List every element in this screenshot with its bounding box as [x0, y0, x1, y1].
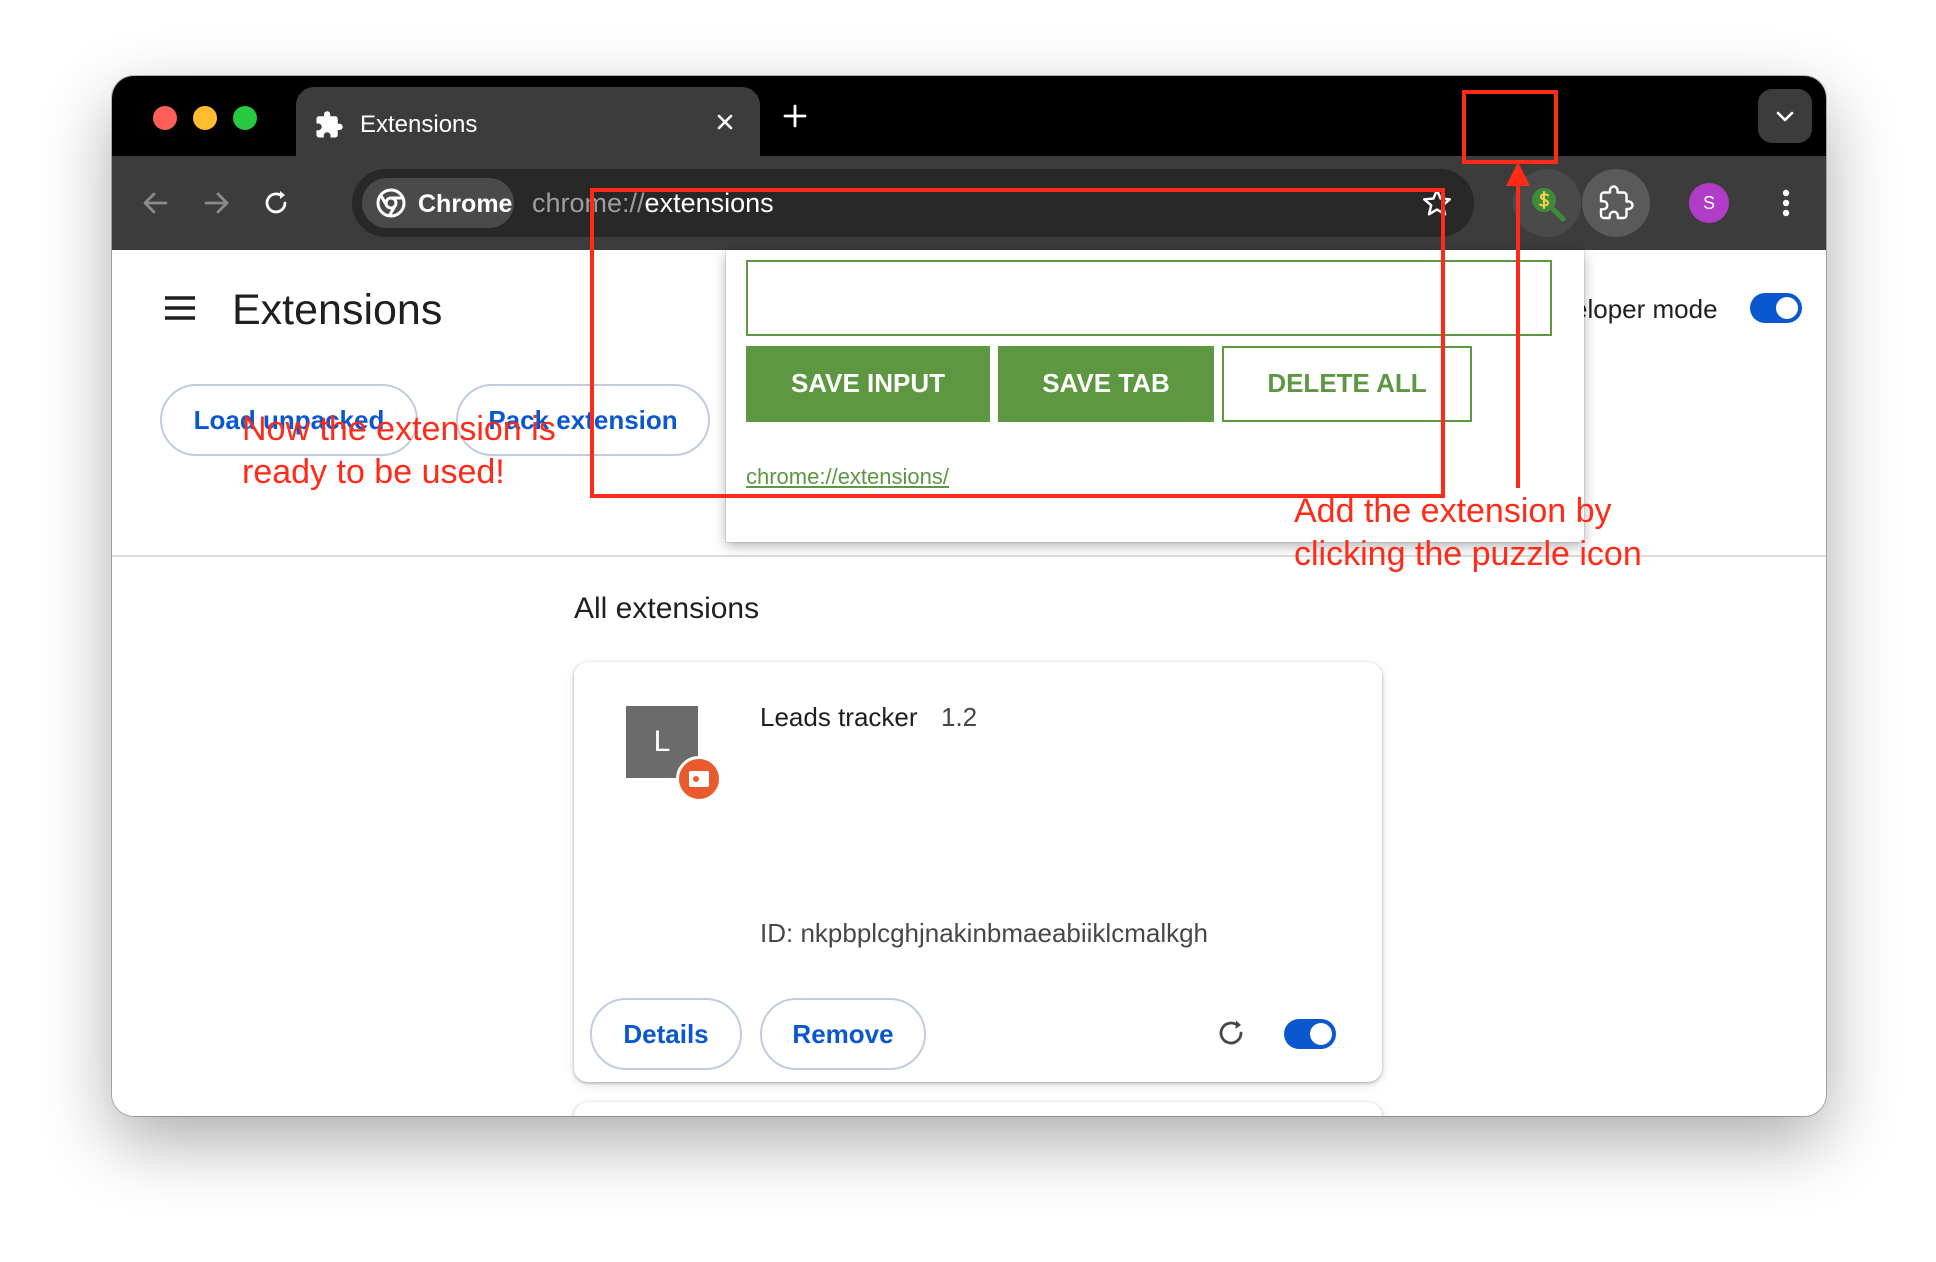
unpacked-badge-icon	[676, 756, 722, 802]
new-tab-icon[interactable]	[778, 99, 812, 133]
developer-badge-icon	[689, 771, 709, 787]
annotation-ready-line1: Now the extension is	[242, 410, 556, 448]
annotation-ready-line2: ready to be used!	[242, 453, 505, 491]
reload-extension-icon[interactable]	[1212, 1014, 1250, 1052]
page-title: Extensions	[232, 286, 443, 334]
puzzle-icon	[316, 111, 343, 138]
extension-card: L Leads tracker 1.2 ID: nkpbplcghjnakinb…	[574, 662, 1382, 1082]
developer-mode-toggle[interactable]	[1750, 293, 1802, 323]
extension-enabled-toggle[interactable]	[1284, 1019, 1336, 1049]
extension-version: 1.2	[941, 702, 978, 732]
dollar-search-icon	[1532, 188, 1566, 222]
puzzle-highlight-box	[1462, 90, 1558, 164]
chrome-logo-icon	[376, 188, 406, 218]
chip-label: Chrome	[418, 190, 513, 218]
annotation-arrow-icon	[1506, 162, 1530, 488]
toggle-knob	[1310, 1023, 1332, 1045]
popup-highlight-box	[590, 188, 1445, 498]
extension-name: Leads tracker	[760, 702, 918, 732]
zoom-window-button[interactable]	[233, 106, 257, 130]
site-info-chip[interactable]: Chrome	[362, 178, 514, 228]
annotation-puzzle-line2: clicking the puzzle icon	[1294, 535, 1642, 573]
forward-icon[interactable]	[194, 181, 238, 225]
tab-extensions[interactable]: Extensions	[296, 87, 760, 156]
annotation-ready: Now the extension is ready to be used!	[242, 408, 602, 494]
annotation-puzzle: Add the extension by clicking the puzzle…	[1294, 490, 1734, 576]
reload-icon[interactable]	[254, 181, 298, 225]
extension-card-partial	[574, 1102, 1382, 1116]
hamburger-menu-icon[interactable]	[162, 290, 198, 326]
extension-id: ID: nkpbplcghjnakinbmaeabiiklcmalkgh	[760, 918, 1209, 948]
close-window-button[interactable]	[153, 106, 177, 130]
profile-avatar[interactable]: S	[1689, 183, 1729, 223]
section-title: All extensions	[574, 592, 760, 625]
puzzle-icon	[1599, 185, 1634, 220]
back-icon[interactable]	[134, 181, 178, 225]
extensions-puzzle-button[interactable]	[1582, 169, 1650, 237]
close-icon[interactable]	[708, 105, 742, 139]
tab-search-button[interactable]	[1758, 89, 1812, 143]
details-button[interactable]: Details	[590, 998, 742, 1070]
remove-button[interactable]: Remove	[760, 998, 926, 1070]
minimize-window-button[interactable]	[193, 106, 217, 130]
tab-strip: Extensions	[112, 76, 1826, 156]
tab-title: Extensions	[360, 111, 478, 138]
annotation-puzzle-line1: Add the extension by	[1294, 492, 1612, 530]
chevron-down-icon	[1776, 111, 1794, 122]
kebab-menu-icon[interactable]	[1766, 183, 1806, 223]
toggle-knob	[1776, 297, 1798, 319]
